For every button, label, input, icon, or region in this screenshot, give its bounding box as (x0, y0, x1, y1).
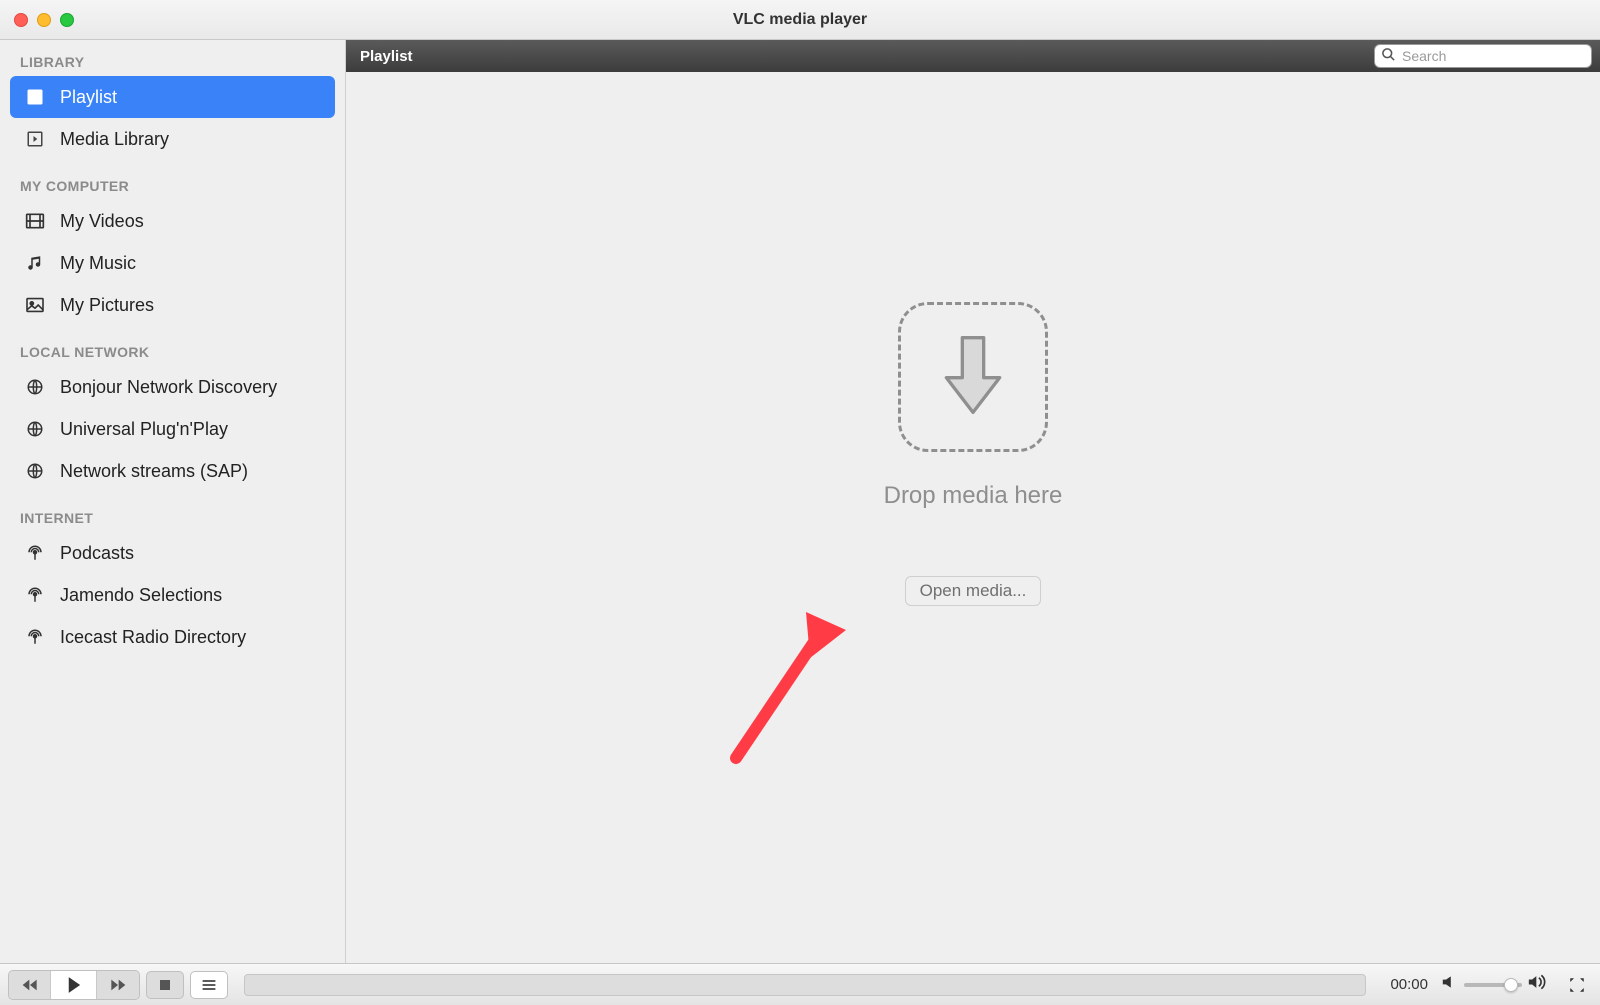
podcast-icon (24, 542, 46, 564)
podcast-icon (24, 626, 46, 648)
search-field-wrap[interactable] (1374, 44, 1592, 68)
sidebar-item-podcasts[interactable]: Podcasts (10, 532, 335, 574)
volume-max-icon[interactable] (1528, 974, 1548, 995)
volume-mute-icon[interactable] (1442, 975, 1458, 994)
drop-zone: Drop media here Open media... (884, 302, 1063, 606)
search-input[interactable] (1402, 48, 1585, 64)
time-elapsed: 00:00 (1390, 976, 1428, 993)
globe-icon (24, 418, 46, 440)
titlebar: VLC media player (0, 0, 1600, 40)
next-button[interactable] (97, 971, 139, 999)
sidebar-item-label: Podcasts (60, 543, 134, 564)
sidebar: LIBRARY Playlist Media Library MY COMPUT… (0, 40, 346, 963)
sidebar-item-bonjour[interactable]: Bonjour Network Discovery (10, 366, 335, 408)
volume-slider[interactable] (1464, 983, 1522, 987)
globe-icon (24, 376, 46, 398)
sidebar-section-mycomputer-label: MY COMPUTER (0, 160, 345, 200)
globe-icon (24, 460, 46, 482)
stop-button[interactable] (146, 971, 184, 999)
content-header: Playlist (346, 40, 1600, 72)
sidebar-item-label: Universal Plug'n'Play (60, 419, 228, 440)
pictures-icon (24, 294, 46, 316)
sidebar-item-upnp[interactable]: Universal Plug'n'Play (10, 408, 335, 450)
sidebar-item-playlist[interactable]: Playlist (10, 76, 335, 118)
content-pane: Playlist Drop med (346, 40, 1600, 963)
sidebar-item-media-library[interactable]: Media Library (10, 118, 335, 160)
sidebar-item-label: Network streams (SAP) (60, 461, 248, 482)
drop-zone-box (898, 302, 1048, 452)
zoom-window-button[interactable] (60, 13, 74, 27)
minimize-window-button[interactable] (37, 13, 51, 27)
sidebar-section-localnetwork-label: LOCAL NETWORK (0, 326, 345, 366)
sidebar-section-internet-label: INTERNET (0, 492, 345, 532)
sidebar-item-label: Playlist (60, 87, 117, 108)
sidebar-item-sap[interactable]: Network streams (SAP) (10, 450, 335, 492)
window-title: VLC media player (0, 11, 1600, 29)
sidebar-item-label: My Pictures (60, 295, 154, 316)
window-traffic-lights (14, 13, 74, 27)
playback-controls: 00:00 (0, 963, 1600, 1005)
sidebar-item-my-music[interactable]: My Music (10, 242, 335, 284)
volume-thumb[interactable] (1504, 978, 1518, 992)
search-icon (1381, 47, 1396, 66)
previous-button[interactable] (9, 971, 51, 999)
arrow-down-icon (941, 330, 1005, 425)
main-area: LIBRARY Playlist Media Library MY COMPUT… (0, 40, 1600, 963)
podcast-icon (24, 584, 46, 606)
playlist-drop-area[interactable]: Drop media here Open media... (346, 72, 1600, 963)
videos-icon (24, 210, 46, 232)
sidebar-item-my-videos[interactable]: My Videos (10, 200, 335, 242)
annotation-arrow (718, 600, 858, 770)
content-header-title: Playlist (360, 48, 413, 65)
close-window-button[interactable] (14, 13, 28, 27)
media-library-icon (24, 128, 46, 150)
sidebar-item-icecast[interactable]: Icecast Radio Directory (10, 616, 335, 658)
play-button[interactable] (51, 971, 97, 999)
sidebar-item-label: My Videos (60, 211, 144, 232)
fullscreen-button[interactable] (1562, 971, 1592, 999)
sidebar-item-jamendo[interactable]: Jamendo Selections (10, 574, 335, 616)
sidebar-item-label: Jamendo Selections (60, 585, 222, 606)
sidebar-item-label: Bonjour Network Discovery (60, 377, 277, 398)
sidebar-item-label: My Music (60, 253, 136, 274)
transport-button-group (8, 970, 140, 1000)
open-media-button[interactable]: Open media... (905, 576, 1042, 606)
playlist-icon (24, 86, 46, 108)
sidebar-section-library-label: LIBRARY (0, 44, 345, 76)
volume-control (1442, 974, 1548, 995)
playlist-toggle-button[interactable] (190, 971, 228, 999)
drop-media-text: Drop media here (884, 482, 1063, 510)
sidebar-item-label: Media Library (60, 129, 169, 150)
sidebar-item-label: Icecast Radio Directory (60, 627, 246, 648)
music-icon (24, 252, 46, 274)
seek-bar[interactable] (244, 974, 1366, 996)
sidebar-item-my-pictures[interactable]: My Pictures (10, 284, 335, 326)
